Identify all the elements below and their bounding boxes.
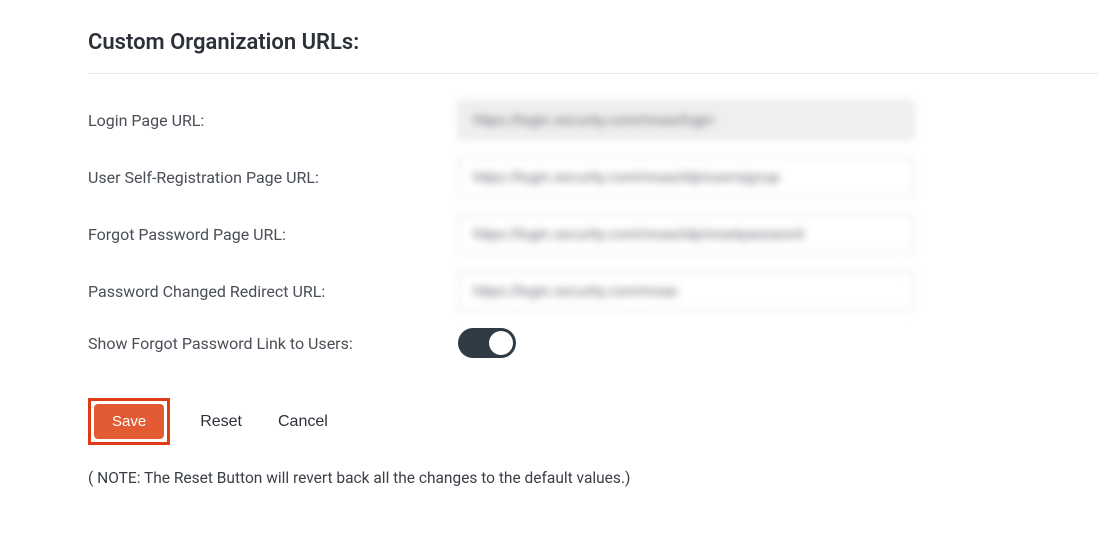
label-forgot-url: Forgot Password Page URL: (88, 225, 458, 244)
row-signup-url: User Self-Registration Page URL: (88, 157, 1074, 197)
label-show-forgot-link: Show Forgot Password Link to Users: (88, 334, 458, 353)
row-forgot-url: Forgot Password Page URL: (88, 214, 1074, 254)
row-show-forgot-link: Show Forgot Password Link to Users: (88, 328, 1074, 358)
save-button-highlight: Save (88, 398, 170, 445)
input-forgot-url[interactable] (458, 214, 914, 254)
row-login-url: Login Page URL: (88, 100, 1074, 140)
label-login-url: Login Page URL: (88, 111, 458, 130)
cancel-button[interactable]: Cancel (272, 405, 334, 439)
action-bar: Save Reset Cancel (88, 398, 1074, 445)
toggle-knob (489, 331, 513, 355)
input-redirect-url[interactable] (458, 271, 914, 311)
row-redirect-url: Password Changed Redirect URL: (88, 271, 1074, 311)
save-button[interactable]: Save (94, 404, 164, 439)
note-text: ( NOTE: The Reset Button will revert bac… (88, 469, 1074, 487)
input-signup-url[interactable] (458, 157, 914, 197)
label-signup-url: User Self-Registration Page URL: (88, 168, 458, 187)
section-title: Custom Organization URLs: (88, 30, 1074, 55)
toggle-show-forgot-link[interactable] (458, 328, 516, 358)
input-login-url[interactable] (458, 100, 914, 140)
divider (88, 73, 1098, 74)
label-redirect-url: Password Changed Redirect URL: (88, 282, 458, 301)
reset-button[interactable]: Reset (194, 405, 248, 439)
settings-section: Custom Organization URLs: Login Page URL… (0, 30, 1104, 487)
